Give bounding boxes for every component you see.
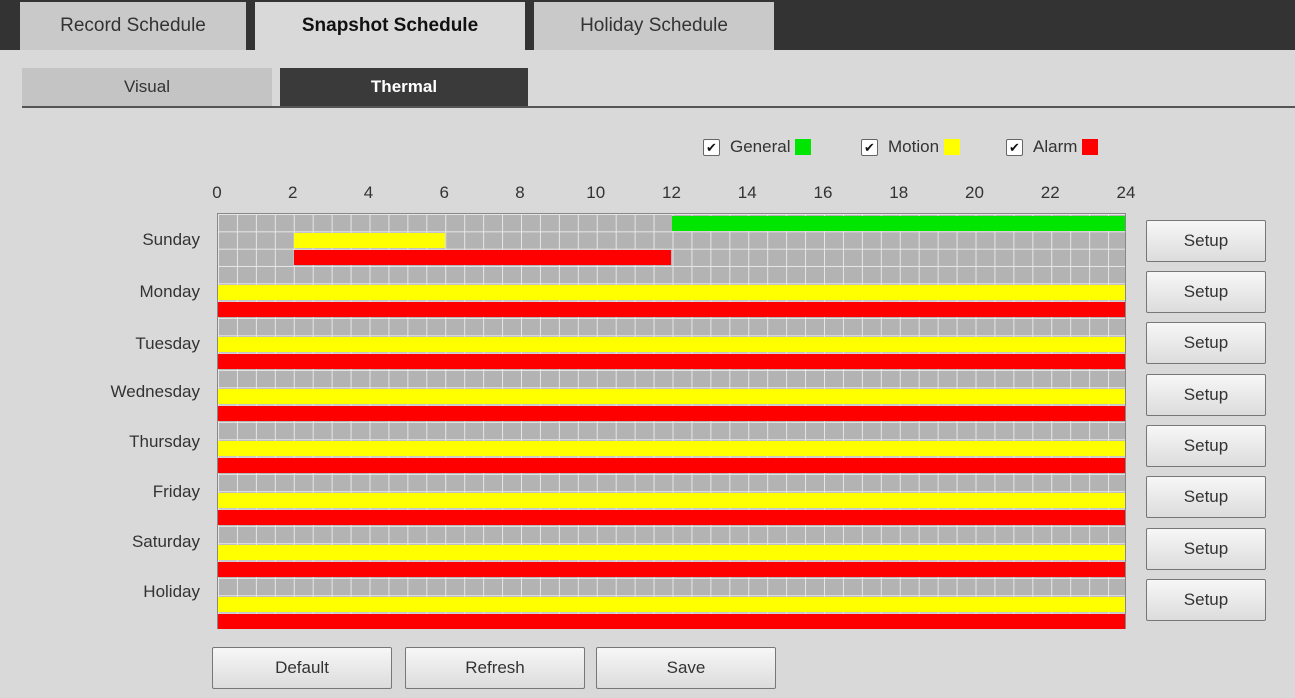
setup-button-tuesday[interactable]: Setup <box>1146 322 1266 364</box>
legend-alarm-label: Alarm <box>1033 137 1078 156</box>
tab-record-schedule[interactable]: Record Schedule <box>20 2 246 50</box>
save-button[interactable]: Save <box>596 647 776 689</box>
schedule-bar-alarm <box>218 458 1125 473</box>
legend-general-label: General <box>730 137 791 156</box>
hour-label: 8 <box>515 183 525 202</box>
setup-button-thursday[interactable]: Setup <box>1146 425 1266 467</box>
day-label-thursday: Thursday <box>129 432 200 451</box>
subtab-visual[interactable]: Visual <box>22 68 272 106</box>
day-label-holiday: Holiday <box>143 582 200 601</box>
legend-motion-swatch <box>944 139 961 155</box>
schedule-bar-motion <box>218 597 1125 612</box>
schedule-bar-alarm <box>218 354 1125 369</box>
hour-label: 18 <box>889 183 909 202</box>
legend-alarm-swatch <box>1082 139 1099 155</box>
hour-label: 16 <box>813 183 833 202</box>
schedule-bar-motion <box>218 337 1125 352</box>
schedule-bar-motion <box>218 545 1125 560</box>
subtab-thermal[interactable]: Thermal <box>280 68 528 106</box>
schedule-tab-bar: Record Schedule Snapshot Schedule Holida… <box>0 0 1295 50</box>
schedule-bar-alarm <box>293 250 672 265</box>
day-label-wednesday: Wednesday <box>110 382 200 401</box>
setup-button-friday[interactable]: Setup <box>1146 476 1266 518</box>
schedule-bar-general <box>671 216 1125 231</box>
general-checkbox[interactable]: ✔ <box>703 138 720 156</box>
hour-label: 2 <box>288 183 298 202</box>
tab-snapshot-schedule[interactable]: Snapshot Schedule <box>255 2 525 50</box>
schedule-bar-alarm <box>218 302 1125 317</box>
alarm-checkbox[interactable]: ✔ <box>1006 138 1023 156</box>
subtab-divider <box>22 106 1295 108</box>
schedule-bar-alarm <box>218 510 1125 525</box>
hour-label: 20 <box>965 183 984 202</box>
hour-label: 6 <box>439 183 449 202</box>
schedule-bar-motion <box>293 233 445 248</box>
day-label-tuesday: Tuesday <box>135 334 200 353</box>
tab-holiday-schedule[interactable]: Holiday Schedule <box>534 2 774 50</box>
schedule-bar-alarm <box>218 614 1125 629</box>
legend-general: ✔ General <box>703 136 812 158</box>
schedule-grid[interactable] <box>217 213 1126 629</box>
hour-label: 12 <box>662 183 681 202</box>
schedule-bar-alarm <box>218 406 1125 421</box>
legend-alarm: ✔ Alarm <box>1006 136 1099 158</box>
schedule-bar-motion <box>218 441 1125 456</box>
day-label-monday: Monday <box>139 282 200 301</box>
setup-button-wednesday[interactable]: Setup <box>1146 374 1266 416</box>
legend-motion-label: Motion <box>888 137 940 156</box>
hour-label: 10 <box>586 183 606 202</box>
schedule-bar-alarm <box>218 562 1125 577</box>
hour-label: 22 <box>1040 183 1060 202</box>
hour-label: 24 <box>1116 183 1136 202</box>
day-label-saturday: Saturday <box>131 532 200 551</box>
hour-label: 4 <box>363 183 374 202</box>
schedule-bar-motion <box>218 389 1125 404</box>
legend-general-swatch <box>795 139 812 155</box>
legend-motion: ✔ Motion <box>861 136 961 158</box>
schedule-bar-motion <box>218 493 1125 508</box>
default-button[interactable]: Default <box>212 647 392 689</box>
hour-label: 14 <box>737 183 757 202</box>
hour-label: 0 <box>212 183 222 202</box>
day-label-friday: Friday <box>152 482 200 501</box>
day-label-sunday: Sunday <box>142 230 200 249</box>
setup-button-sunday[interactable]: Setup <box>1146 220 1266 262</box>
setup-button-monday[interactable]: Setup <box>1146 271 1266 313</box>
setup-button-holiday[interactable]: Setup <box>1146 579 1266 621</box>
refresh-button[interactable]: Refresh <box>405 647 585 689</box>
setup-button-saturday[interactable]: Setup <box>1146 528 1266 570</box>
schedule-bar-motion <box>218 285 1125 300</box>
motion-checkbox[interactable]: ✔ <box>861 138 878 156</box>
